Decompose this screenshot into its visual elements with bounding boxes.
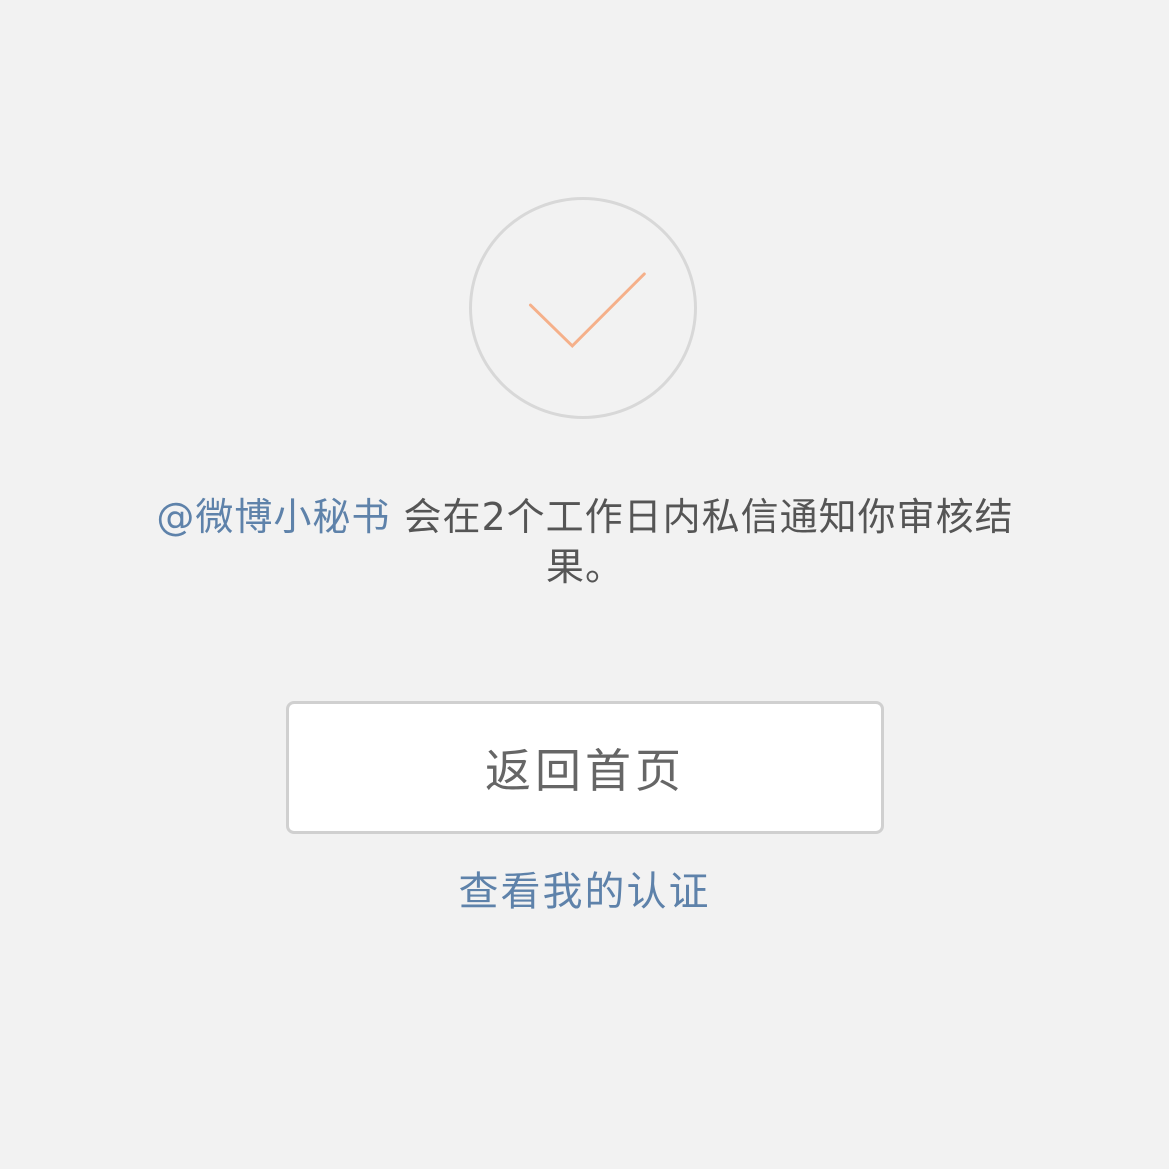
back-to-home-button[interactable]: 返回首页 — [286, 701, 884, 834]
review-notice-message: @微博小秘书 会在2个工作日内私信通知你审核结果。 — [120, 492, 1050, 592]
success-check-icon — [469, 197, 697, 419]
review-notice-text: 会在2个工作日内私信通知你审核结果。 — [390, 495, 1014, 589]
view-my-verification-link[interactable]: 查看我的认证 — [0, 864, 1169, 920]
weibo-assistant-mention[interactable]: @微博小秘书 — [156, 495, 390, 539]
checkmark-icon — [529, 272, 646, 348]
